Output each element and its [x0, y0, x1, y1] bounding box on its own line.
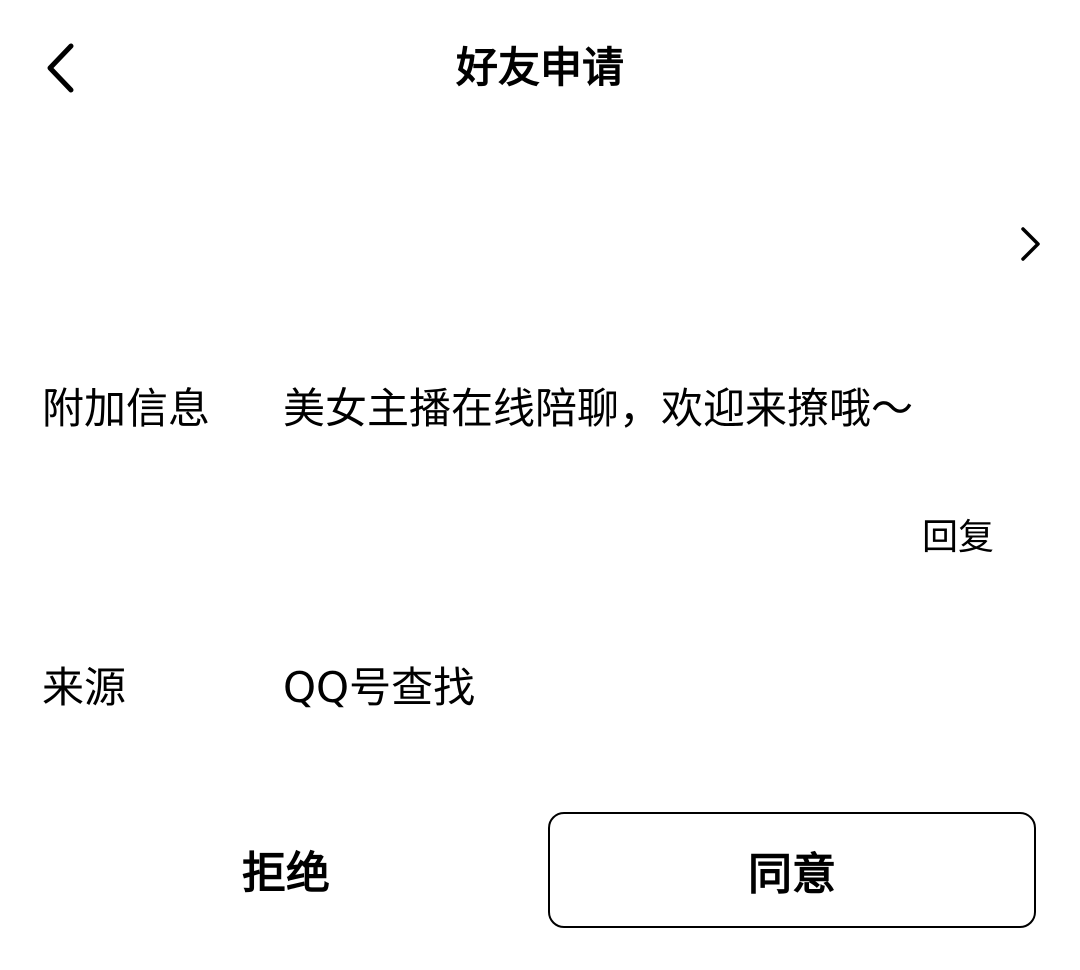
accept-button-label: 同意 — [748, 849, 836, 900]
extra-info-label: 附加信息 — [42, 384, 211, 433]
reply-button[interactable]: 回复 — [922, 514, 994, 562]
source-label: 来源 — [42, 663, 127, 712]
accept-button[interactable]: 同意 — [548, 812, 1036, 928]
extra-info-value: 美女主播在线陪聊，欢迎来撩哦～ — [283, 384, 914, 433]
profile-row[interactable] — [0, 150, 1080, 340]
reject-button[interactable]: 拒绝 — [44, 812, 528, 926]
reject-button-label: 拒绝 — [242, 848, 330, 899]
chevron-right-icon — [1021, 227, 1040, 261]
source-value: QQ号查找 — [283, 663, 476, 712]
page-title: 好友申请 — [455, 43, 624, 92]
